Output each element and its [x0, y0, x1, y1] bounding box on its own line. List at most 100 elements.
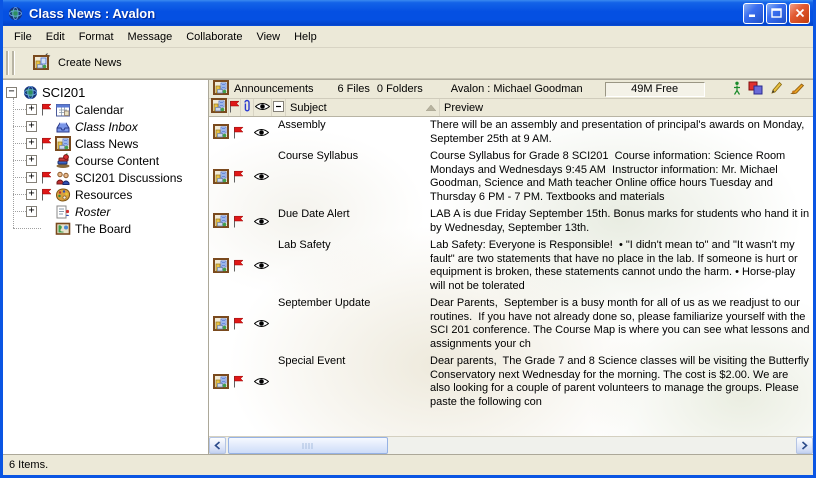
- message-unread-cell: [246, 149, 276, 204]
- scroll-right-button[interactable]: [796, 437, 813, 454]
- message-subject: Course Syllabus: [276, 149, 426, 204]
- people-icon: [55, 170, 71, 186]
- message-unread-cell: [246, 354, 276, 409]
- unread-eye-icon: [254, 217, 269, 226]
- expand-expander[interactable]: +: [26, 172, 37, 183]
- message-preview: Lab Safety: Everyone is Responsible! • "…: [426, 238, 813, 293]
- menu-edit[interactable]: Edit: [39, 28, 72, 46]
- news-column-icon: [211, 98, 227, 117]
- attachment-column-icon: [242, 99, 252, 116]
- sidebar-item-roster[interactable]: +Roster: [3, 203, 208, 220]
- menu-help[interactable]: Help: [287, 28, 324, 46]
- message-subject: Assembly: [276, 118, 426, 146]
- column-preview[interactable]: Preview: [439, 99, 813, 116]
- message-flag-cell: [233, 207, 246, 235]
- column-unread[interactable]: [254, 99, 272, 116]
- free-space-indicator: 49M Free: [605, 82, 705, 97]
- message-flag-icon: [233, 259, 244, 272]
- message-flag-icon: [233, 126, 244, 139]
- menu-message[interactable]: Message: [121, 28, 180, 46]
- news-icon: [213, 80, 229, 96]
- news-icon: [211, 98, 227, 114]
- online-user-button[interactable]: [733, 81, 741, 98]
- column-subject[interactable]: Subject: [286, 99, 423, 116]
- sidebar-item-class-news[interactable]: +Class News: [3, 135, 208, 152]
- expand-expander[interactable]: +: [26, 138, 37, 149]
- message-flag-icon: [233, 170, 244, 183]
- minimize-button[interactable]: [743, 3, 764, 24]
- app-window: Class News : Avalon FileEditFormatMessag…: [0, 0, 816, 478]
- menu-format[interactable]: Format: [72, 28, 121, 46]
- toolbar-grip[interactable]: [12, 51, 15, 75]
- expand-expander[interactable]: +: [26, 206, 37, 217]
- account-label: Avalon : Michael Goodman: [451, 83, 583, 95]
- layers-button[interactable]: [748, 81, 763, 98]
- palette-icon: [55, 187, 71, 203]
- menu-collaborate[interactable]: Collaborate: [179, 28, 249, 46]
- folder-tree-panel: −SCI201+Calendar+Class Inbox+Class News+…: [3, 80, 209, 454]
- scrollbar-track[interactable]: [226, 437, 796, 454]
- attachment-icon: [242, 99, 252, 113]
- message-subject: Due Date Alert: [276, 207, 426, 235]
- sidebar-item-sci201[interactable]: −SCI201: [3, 84, 208, 101]
- message-news-icon: [213, 169, 229, 185]
- unread-eye-icon: [254, 172, 269, 181]
- tree-label: Course Content: [72, 154, 159, 168]
- message-icon-cell: [209, 238, 233, 293]
- close-button[interactable]: [789, 3, 810, 24]
- message-flag-icon: [233, 215, 244, 228]
- column-icon[interactable]: [209, 99, 229, 116]
- thumb-grip-icon: [302, 442, 314, 450]
- toolbar-grip[interactable]: [6, 51, 9, 75]
- column-flag[interactable]: [229, 99, 241, 116]
- sidebar-item-class-inbox[interactable]: +Class Inbox: [3, 118, 208, 135]
- sidebar-item-sci201-discussions[interactable]: +SCI201 Discussions: [3, 169, 208, 186]
- message-list: AssemblyThere will be an assembly and pr…: [209, 117, 813, 436]
- horizontal-scrollbar: [209, 436, 813, 454]
- message-row-due-date-alert[interactable]: Due Date AlertLAB A is due Friday Septem…: [209, 206, 813, 237]
- calendar-icon: [55, 102, 71, 118]
- scrollbar-thumb[interactable]: [228, 437, 388, 454]
- message-flag-cell: [233, 149, 246, 204]
- message-panel: Announcements 6 Files 0 Folders Avalon :…: [209, 80, 813, 454]
- message-unread-cell: [246, 238, 276, 293]
- message-row-special-event[interactable]: Special EventDear parents, The Grade 7 a…: [209, 353, 813, 411]
- create-news-icon: [32, 52, 52, 71]
- sidebar-item-the-board[interactable]: The Board: [3, 220, 208, 237]
- expand-expander[interactable]: +: [26, 121, 37, 132]
- unread-eye-icon: [254, 377, 269, 386]
- menu-file[interactable]: File: [7, 28, 39, 46]
- expand-expander[interactable]: +: [26, 155, 37, 166]
- tree-label: Calendar: [72, 103, 124, 117]
- scroll-left-button[interactable]: [209, 437, 226, 454]
- create-news-button[interactable]: Create News: [27, 50, 127, 76]
- expand-expander[interactable]: +: [26, 104, 37, 115]
- message-news-icon: [213, 213, 229, 229]
- expand-expander[interactable]: +: [26, 189, 37, 200]
- sidebar-item-course-content[interactable]: + Course Content: [3, 152, 208, 169]
- chev-left-icon: [214, 441, 221, 450]
- sign-pen-button[interactable]: [790, 81, 806, 98]
- roster-icon: [55, 204, 71, 220]
- message-unread-cell: [246, 118, 276, 146]
- message-row-lab-safety[interactable]: Lab SafetyLab Safety: Everyone is Respon…: [209, 237, 813, 295]
- sidebar-item-resources[interactable]: +Resources: [3, 186, 208, 203]
- toolbar: Create News: [3, 48, 813, 79]
- message-row-course-syllabus[interactable]: Course SyllabusCourse Syllabus for Grade…: [209, 148, 813, 206]
- message-subject: Lab Safety: [276, 238, 426, 293]
- column-attachment[interactable]: [241, 99, 254, 116]
- sidebar-item-calendar[interactable]: + Calendar: [3, 101, 208, 118]
- maximize-button[interactable]: [766, 3, 787, 24]
- message-flag-cell: [233, 354, 246, 409]
- pencil-button[interactable]: [770, 81, 783, 98]
- message-flag-icon: [233, 375, 244, 388]
- title-bar: Class News : Avalon: [3, 0, 813, 26]
- collapse-all-control[interactable]: [272, 99, 286, 116]
- message-row-september-update[interactable]: September UpdateDear Parents, September …: [209, 295, 813, 353]
- menu-view[interactable]: View: [249, 28, 287, 46]
- message-row-assembly[interactable]: AssemblyThere will be an assembly and pr…: [209, 117, 813, 148]
- message-preview: Course Syllabus for Grade 8 SCI201 Cours…: [426, 149, 813, 204]
- unread-flag-icon: [41, 171, 52, 184]
- collapse-expander[interactable]: −: [6, 87, 17, 98]
- app-globe-icon: [8, 5, 25, 22]
